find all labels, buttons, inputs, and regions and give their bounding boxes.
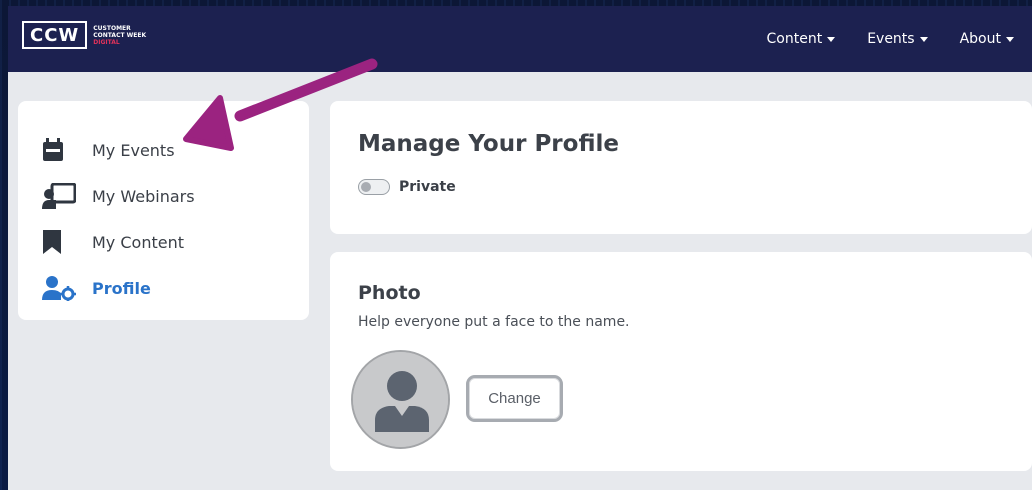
photo-card: Photo Help everyone put a face to the na… xyxy=(330,252,1032,471)
nav-events-dropdown[interactable]: Events xyxy=(867,31,928,47)
change-photo-button[interactable]: Change xyxy=(466,375,563,422)
sidebar-item-label: My Content xyxy=(92,232,184,252)
nav-content-dropdown[interactable]: Content xyxy=(767,31,836,47)
photo-description: Help everyone put a face to the name. xyxy=(358,314,630,330)
sidebar-item-my-webinars[interactable]: My Webinars xyxy=(18,173,309,219)
calendar-icon xyxy=(42,135,76,165)
sidebar-item-my-events[interactable]: My Events xyxy=(18,127,309,173)
sidebar-item-my-content[interactable]: My Content xyxy=(18,219,309,265)
photo-heading: Photo xyxy=(358,282,421,304)
manage-profile-card: Manage Your Profile Private xyxy=(330,101,1032,234)
logo-mark: CCW xyxy=(22,21,88,49)
caret-down-icon xyxy=(827,36,836,42)
ccw-logo[interactable]: CCW CUSTOMER CONTACT WEEK DIGITAL xyxy=(22,20,146,50)
account-sidebar: My Events My Webinars My Content Profile xyxy=(18,101,309,320)
private-label: Private xyxy=(399,179,456,195)
sidebar-item-label: My Webinars xyxy=(92,186,195,206)
page-title: Manage Your Profile xyxy=(358,131,619,157)
sidebar-item-label: Profile xyxy=(92,278,151,298)
sidebar-item-label: My Events xyxy=(92,140,175,160)
user-gear-icon xyxy=(42,273,76,303)
presentation-icon xyxy=(42,181,76,211)
toggle-knob xyxy=(361,182,371,192)
sidebar-item-profile[interactable]: Profile xyxy=(18,265,309,311)
main-nav: Content Events About xyxy=(767,6,1032,72)
avatar xyxy=(351,350,450,449)
private-toggle[interactable] xyxy=(358,179,390,195)
bookmark-icon xyxy=(42,227,76,257)
content-area: My Events My Webinars My Content Profile… xyxy=(8,72,1032,490)
default-user-icon xyxy=(353,352,448,447)
logo-text: CUSTOMER CONTACT WEEK DIGITAL xyxy=(93,24,147,46)
top-navbar: CCW CUSTOMER CONTACT WEEK DIGITAL Conten… xyxy=(8,6,1032,72)
caret-down-icon xyxy=(919,36,928,42)
caret-down-icon xyxy=(1006,36,1014,42)
privacy-toggle-row: Private xyxy=(358,179,456,195)
nav-about-dropdown[interactable]: About xyxy=(960,31,1014,47)
